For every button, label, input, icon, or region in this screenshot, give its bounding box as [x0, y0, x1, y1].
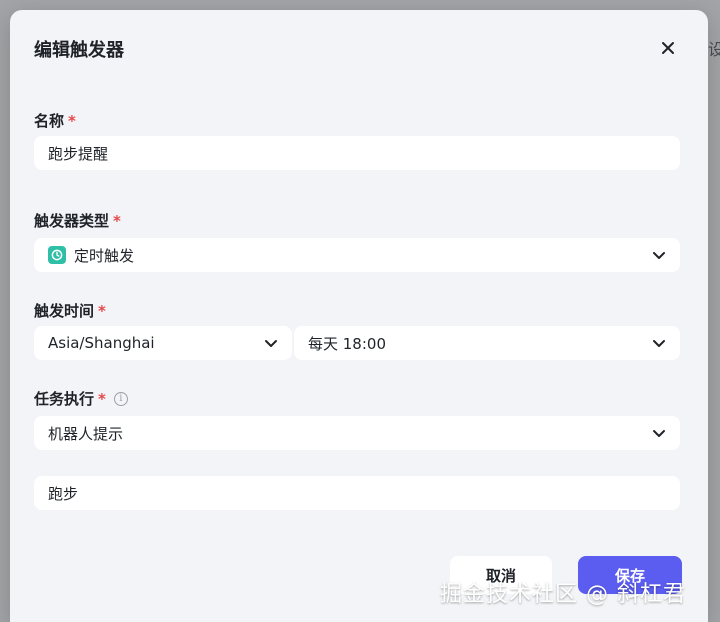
- task-exec-select[interactable]: 机器人提示: [34, 416, 680, 450]
- trigger-time-label-text: 触发时间: [34, 302, 95, 320]
- chevron-down-icon: [265, 340, 277, 347]
- schedule-select[interactable]: 每天 18:00: [294, 326, 680, 360]
- name-label: 名称 *: [34, 110, 76, 131]
- background-fragment: 设: [708, 40, 720, 59]
- required-mark: *: [113, 211, 121, 230]
- trigger-type-label: 触发器类型 *: [34, 210, 121, 231]
- task-exec-label: 任务执行 * i: [34, 388, 128, 409]
- trigger-type-label-text: 触发器类型: [34, 212, 110, 230]
- chevron-down-icon: [653, 430, 665, 437]
- watermark: 掘金技术社区 @ 斜杠君: [440, 582, 686, 607]
- edit-trigger-dialog: 编辑触发器 名称 * 跑步提醒 触发器类型 * 定时触发 触发时间 * Asia…: [10, 10, 708, 622]
- task-content-input[interactable]: 跑步: [34, 476, 680, 510]
- trigger-type-value: 定时触发: [74, 246, 135, 265]
- name-input-value: 跑步提醒: [48, 144, 109, 163]
- trigger-time-label: 触发时间 *: [34, 300, 106, 321]
- name-label-text: 名称: [34, 112, 65, 130]
- dialog-title: 编辑触发器: [34, 40, 124, 61]
- chevron-down-icon: [653, 340, 665, 347]
- close-button[interactable]: [656, 36, 680, 60]
- timezone-value: Asia/Shanghai: [48, 334, 155, 352]
- timer-icon: [48, 246, 66, 264]
- close-icon: [662, 42, 674, 54]
- schedule-value: 每天 18:00: [308, 334, 386, 353]
- task-exec-value: 机器人提示: [48, 424, 124, 443]
- name-input[interactable]: 跑步提醒: [34, 136, 680, 170]
- timezone-select[interactable]: Asia/Shanghai: [34, 326, 292, 360]
- info-icon[interactable]: i: [113, 391, 128, 406]
- task-content-value: 跑步: [48, 484, 79, 503]
- required-mark: *: [98, 389, 106, 408]
- trigger-type-select[interactable]: 定时触发: [34, 238, 680, 272]
- required-mark: *: [98, 301, 106, 320]
- task-exec-label-text: 任务执行: [34, 390, 95, 408]
- chevron-down-icon: [653, 252, 665, 259]
- required-mark: *: [68, 111, 76, 130]
